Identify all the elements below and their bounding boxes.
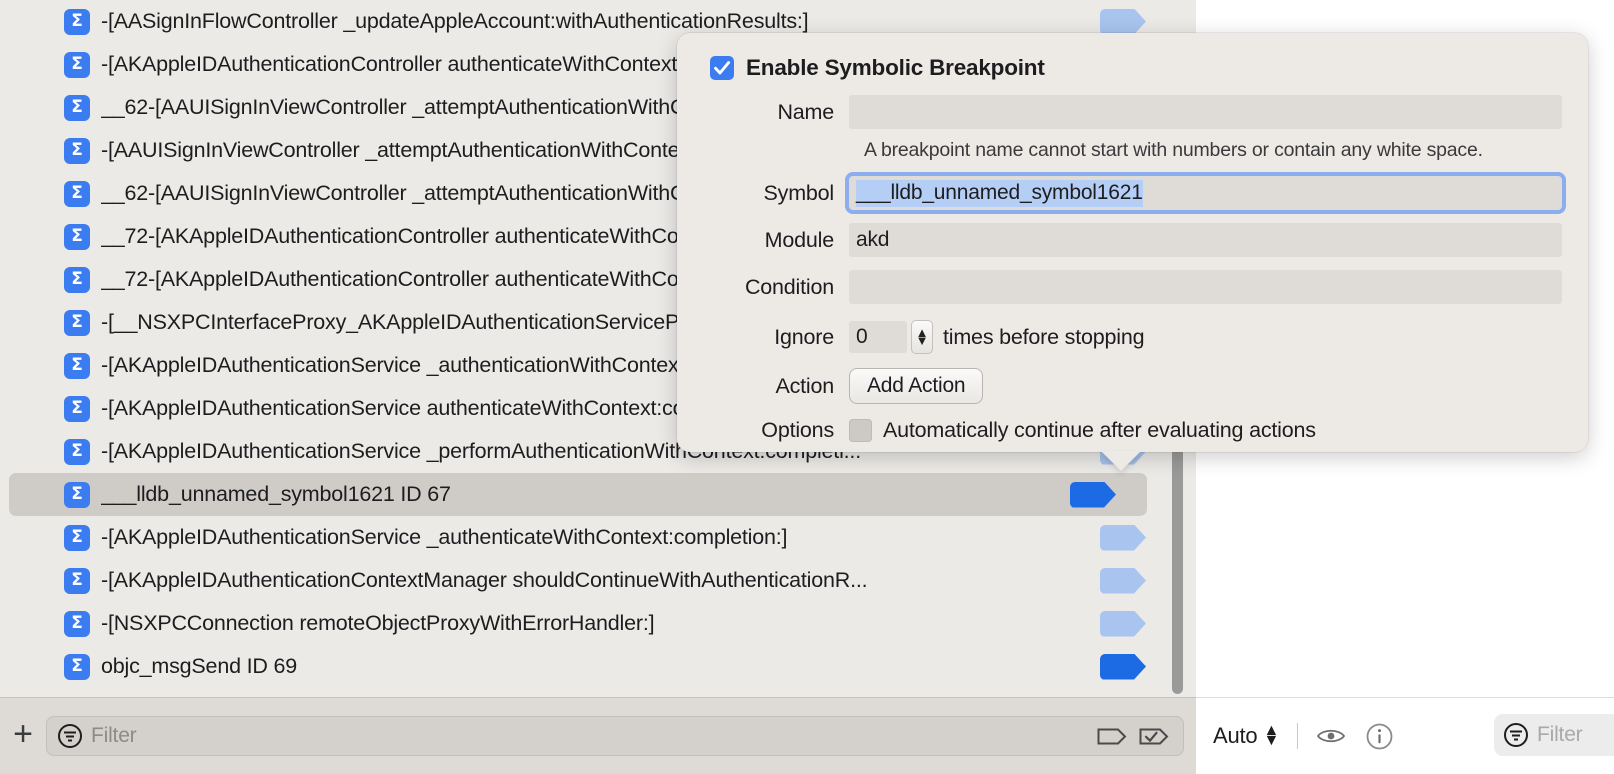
symbolic-breakpoint-icon: Σ bbox=[64, 395, 90, 422]
symbolic-breakpoint-icon: Σ bbox=[64, 180, 90, 207]
symbolic-breakpoint-popover: Enable Symbolic Breakpoint Name A breakp… bbox=[677, 33, 1588, 452]
navigator-filter-field[interactable]: Filter bbox=[46, 716, 1184, 756]
tag-check-icon[interactable] bbox=[1139, 727, 1169, 746]
symbolic-breakpoint-icon: Σ bbox=[64, 266, 90, 293]
module-label: Module bbox=[764, 227, 835, 252]
filter-icon bbox=[57, 723, 83, 749]
breakpoint-row[interactable]: Σobjc_msgSend ID 69 bbox=[0, 645, 1177, 688]
symbolic-breakpoint-icon: Σ bbox=[64, 610, 90, 637]
symbolic-breakpoint-icon: Σ bbox=[64, 481, 90, 508]
tag-outline-icon[interactable] bbox=[1097, 727, 1127, 746]
breakpoint-enable-pill[interactable] bbox=[1100, 653, 1146, 680]
popover-header: Enable Symbolic Breakpoint bbox=[677, 33, 1588, 81]
condition-input[interactable] bbox=[849, 270, 1562, 304]
name-label: Name bbox=[777, 99, 834, 124]
form-row-action: Action Add Action bbox=[677, 368, 1562, 404]
symbol-label: Symbol bbox=[763, 180, 835, 205]
form-row-symbol: Symbol ___lldb_unnamed_symbol1621 bbox=[677, 176, 1562, 210]
toolbar-divider bbox=[1297, 723, 1299, 749]
eye-icon[interactable] bbox=[1316, 726, 1346, 746]
navigator-scrollbar-thumb[interactable] bbox=[1172, 444, 1183, 694]
symbolic-breakpoint-icon: Σ bbox=[64, 309, 90, 336]
symbolic-breakpoint-icon: Σ bbox=[64, 352, 90, 379]
symbol-input[interactable] bbox=[849, 176, 1562, 210]
filter-scope-buttons bbox=[1097, 717, 1169, 755]
options-label: Options bbox=[761, 418, 834, 442]
auto-mode-label: Auto bbox=[1213, 723, 1258, 748]
add-action-button[interactable]: Add Action bbox=[849, 368, 984, 404]
inspector-filter-field[interactable]: Filter bbox=[1494, 714, 1614, 756]
form-row-name: Name bbox=[677, 95, 1562, 129]
symbolic-breakpoint-icon: Σ bbox=[64, 137, 90, 164]
breakpoint-row-label: -[AAUISignInViewController _attemptAuthe… bbox=[101, 138, 708, 162]
module-input[interactable] bbox=[849, 223, 1562, 257]
symbol-input-wrapper: ___lldb_unnamed_symbol1621 bbox=[849, 176, 1562, 210]
form-row-options: Options Automatically continue after eva… bbox=[677, 418, 1562, 443]
inspector-bottom-bar: Auto ▲ ▼ Filter bbox=[1196, 697, 1614, 774]
symbolic-breakpoint-icon: Σ bbox=[64, 653, 90, 680]
breakpoint-row-label: -[AKAppleIDAuthenticationContextManager … bbox=[101, 568, 868, 592]
navigator-filter-placeholder: Filter bbox=[91, 724, 137, 747]
breakpoint-row-label: -[NSXPCConnection remoteObjectProxyWithE… bbox=[101, 611, 655, 635]
symbolic-breakpoint-icon: Σ bbox=[64, 524, 90, 551]
ignore-label: Ignore bbox=[774, 324, 834, 349]
enable-breakpoint-checkbox[interactable] bbox=[710, 56, 734, 80]
ignore-stepper[interactable]: ▲ ▼ bbox=[911, 320, 933, 354]
stepper-down-icon[interactable]: ▼ bbox=[916, 334, 929, 347]
breakpoint-row-label: ___lldb_unnamed_symbol1621 ID 67 bbox=[101, 482, 451, 506]
action-label: Action bbox=[775, 373, 834, 398]
form-row-condition: Condition bbox=[677, 270, 1562, 304]
breakpoint-row-label: -[AKAppleIDAuthenticationService authent… bbox=[101, 396, 776, 420]
breakpoint-enable-pill[interactable] bbox=[1070, 481, 1116, 508]
auto-continue-checkbox[interactable] bbox=[849, 419, 872, 442]
breakpoint-enable-pill[interactable] bbox=[1100, 567, 1146, 594]
add-breakpoint-button[interactable]: + bbox=[0, 711, 46, 761]
xcode-window: Σ -[AASignInFlowController _updateAppleAc… bbox=[0, 0, 1614, 774]
breakpoint-row[interactable]: Σ -[NSXPCConnection remoteObjectProxyWith… bbox=[0, 602, 1177, 645]
info-icon[interactable] bbox=[1366, 723, 1393, 750]
auto-continue-label: Automatically continue after evaluating … bbox=[883, 418, 1316, 442]
form-row-module: Module bbox=[677, 223, 1562, 257]
symbolic-breakpoint-icon: Σ bbox=[64, 223, 90, 250]
symbolic-breakpoint-icon: Σ bbox=[64, 51, 90, 78]
enable-breakpoint-label: Enable Symbolic Breakpoint bbox=[746, 55, 1045, 80]
breakpoint-row[interactable]: Σ -[AKAppleIDAuthenticationContextManager… bbox=[0, 559, 1177, 602]
condition-label: Condition bbox=[744, 274, 834, 299]
breakpoint-row[interactable]: Σ -[AKAppleIDAuthenticationService _authe… bbox=[0, 516, 1177, 559]
breakpoint-enable-pill[interactable] bbox=[1100, 610, 1146, 637]
breakpoint-enable-pill[interactable] bbox=[1100, 8, 1146, 35]
navigator-filter-bar: + Filter bbox=[0, 697, 1196, 774]
popover-form: Name A breakpoint name cannot start with… bbox=[677, 95, 1588, 443]
symbolic-breakpoint-icon: Σ bbox=[64, 438, 90, 465]
ignore-count-input[interactable] bbox=[849, 321, 907, 353]
form-row-ignore: Ignore ▲ ▼ times before stopping bbox=[677, 320, 1562, 354]
auto-mode-selector[interactable]: Auto ▲ ▼ bbox=[1213, 723, 1279, 749]
ignore-suffix-label: times before stopping bbox=[943, 324, 1145, 349]
chevron-updown-icon: ▲ ▼ bbox=[1263, 722, 1280, 749]
breakpoint-row-label: -[AASignInFlowController _updateAppleAcc… bbox=[101, 9, 809, 33]
symbolic-breakpoint-icon: Σ bbox=[64, 94, 90, 121]
symbolic-breakpoint-icon: Σ bbox=[64, 567, 90, 594]
inspector-filter-placeholder: Filter bbox=[1537, 723, 1583, 746]
breakpoint-enable-pill[interactable] bbox=[1100, 524, 1146, 551]
name-hint-text: A breakpoint name cannot start with numb… bbox=[864, 139, 1483, 161]
name-input[interactable] bbox=[849, 95, 1562, 129]
breakpoint-row-label: -[AKAppleIDAuthenticationService _authen… bbox=[101, 525, 788, 549]
symbolic-breakpoint-icon: Σ bbox=[64, 8, 90, 35]
breakpoint-row[interactable]: Σ ___lldb_unnamed_symbol1621 ID 67 bbox=[9, 473, 1147, 516]
filter-icon bbox=[1503, 722, 1529, 748]
breakpoint-row-label: objc_msgSend ID 69 bbox=[101, 654, 297, 678]
